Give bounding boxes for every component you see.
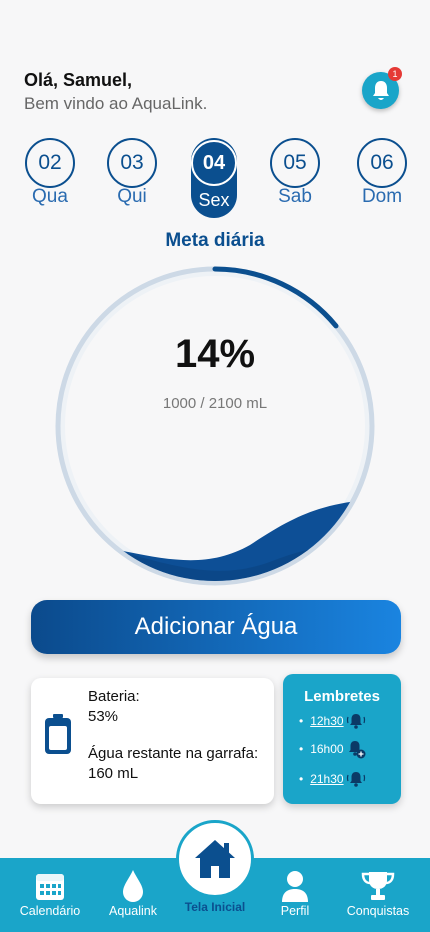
nav-item-calendar[interactable]: Calendário xyxy=(12,868,88,918)
day-number: 06 xyxy=(357,138,407,188)
battery-value: 53% xyxy=(88,708,119,725)
bell-add-icon xyxy=(349,741,366,759)
goal-amount: 1000 / 2100 mL xyxy=(162,395,268,412)
remaining-water-value: 160 mL xyxy=(88,765,139,782)
bullet: • xyxy=(299,714,304,728)
add-water-button[interactable]: Adicionar Água xyxy=(31,600,401,654)
nav-label: Aqualink xyxy=(109,904,157,918)
day-label: Qua xyxy=(32,186,68,207)
trophy-icon xyxy=(361,872,395,900)
nav-label: Calendário xyxy=(19,904,81,918)
water-drop-icon xyxy=(123,870,143,902)
day-number: 03 xyxy=(107,138,157,188)
day-item-qua[interactable]: 02 Qua xyxy=(25,138,75,208)
bullet: • xyxy=(299,742,304,756)
reminder-time: 21h30 xyxy=(310,772,344,786)
battery-label: Bateria: xyxy=(88,688,140,705)
reminder-item[interactable]: • 12h30 xyxy=(299,712,366,730)
reminders-title: Lembretes xyxy=(304,688,380,705)
bell-ringing-icon xyxy=(347,714,366,729)
day-item-dom[interactable]: 06 Dom xyxy=(357,138,407,208)
calendar-icon xyxy=(36,874,64,900)
remaining-water-label: Água restante na garrafa: xyxy=(88,745,259,762)
nav-item-achievements[interactable]: Conquistas xyxy=(338,868,418,918)
day-label: Sab xyxy=(278,186,312,207)
nav-item-home[interactable] xyxy=(176,820,254,898)
reminders-card[interactable]: Lembretes • 12h30 • 16h00 • 21h30 xyxy=(283,674,401,804)
nav-item-profile[interactable]: Perfil xyxy=(262,868,328,918)
battery-icon xyxy=(45,714,71,754)
greeting-subtitle: Bem vindo ao AquaLink. xyxy=(24,94,208,113)
day-number: 02 xyxy=(25,138,75,188)
notification-badge: 1 xyxy=(388,67,402,81)
day-item-qui[interactable]: 03 Qui xyxy=(107,138,157,208)
progress-gauge xyxy=(55,266,375,586)
day-label: Qui xyxy=(117,186,147,207)
day-label: Dom xyxy=(361,186,403,207)
day-label: Sex xyxy=(198,190,230,210)
day-number: 04 xyxy=(191,140,237,186)
goal-title: Meta diária xyxy=(165,230,265,251)
reminder-item[interactable]: • 16h00 xyxy=(299,739,366,759)
bell-icon xyxy=(372,80,389,100)
bullet: • xyxy=(299,772,304,786)
day-item-sex-selected[interactable]: 04 Sex xyxy=(191,138,237,218)
profile-icon xyxy=(282,871,308,902)
battery-card: Bateria: 53% Água restante na garrafa: 1… xyxy=(31,678,274,804)
reminder-time: 16h00 xyxy=(310,742,344,756)
home-icon xyxy=(195,840,235,878)
day-number: 05 xyxy=(270,138,320,188)
bell-ringing-icon xyxy=(347,772,366,787)
goal-percentage: 14% xyxy=(174,332,256,376)
nav-label-home: Tela Inicial xyxy=(184,900,246,914)
reminder-item[interactable]: • 21h30 xyxy=(299,770,366,788)
greeting-title: Olá, Samuel, xyxy=(24,70,133,90)
reminder-time: 12h30 xyxy=(310,714,344,728)
nav-label: Perfil xyxy=(280,904,310,918)
nav-item-aqualink[interactable]: Aqualink xyxy=(100,868,166,918)
nav-label: Conquistas xyxy=(346,904,410,918)
day-item-sab[interactable]: 05 Sab xyxy=(270,138,320,208)
